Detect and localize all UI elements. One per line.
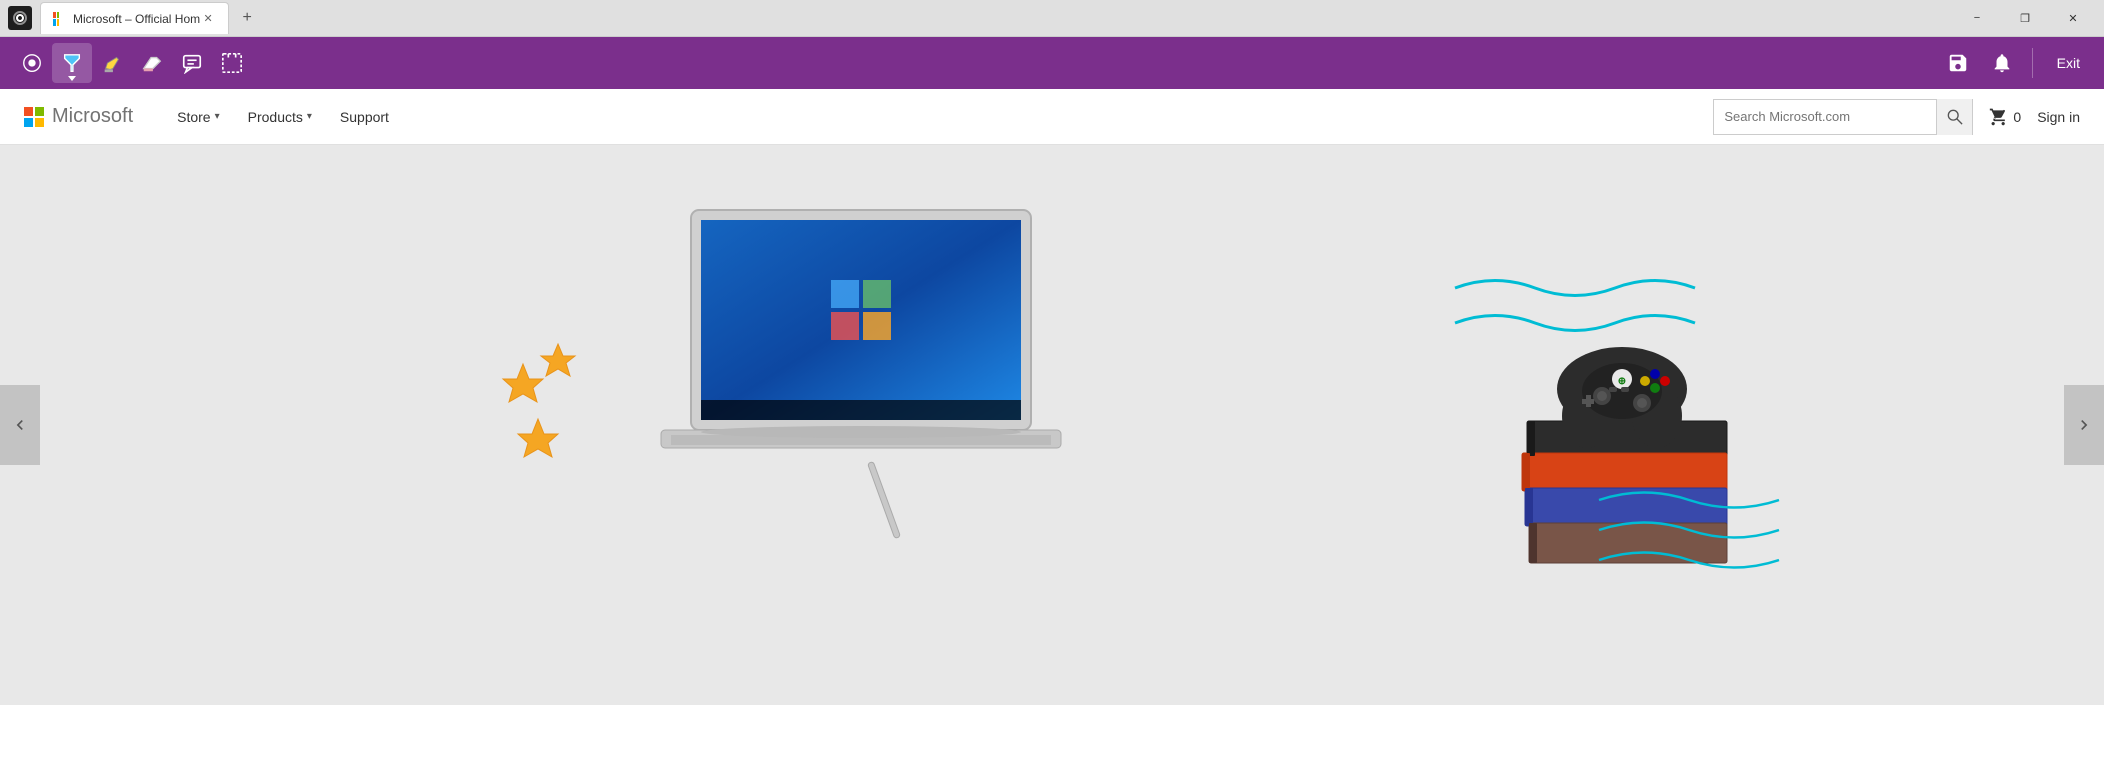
microsoft-logo[interactable]: Microsoft [24, 105, 133, 128]
maximize-button[interactable]: ❐ [2002, 2, 2048, 34]
cart-button[interactable]: 0 [1989, 107, 2021, 127]
logo-blue [24, 118, 33, 127]
store-chevron-icon: ▾ [215, 111, 220, 122]
annotation-stars [463, 324, 623, 504]
toolbar-divider [2032, 48, 2033, 78]
tab-title: Microsoft – Official Hom [73, 12, 200, 26]
logo-yellow [35, 118, 44, 127]
comment-tool-button[interactable] [172, 43, 212, 83]
new-tab-button[interactable]: + [233, 4, 261, 32]
touch-tool-button[interactable] [12, 43, 52, 83]
save-button[interactable] [1940, 45, 1976, 81]
highlighter-tool-button[interactable] [92, 43, 132, 83]
sign-in-button[interactable]: Sign in [2037, 109, 2080, 125]
ms-logo-grid [24, 107, 44, 127]
carousel-left-arrow[interactable] [0, 385, 40, 465]
navbar: Microsoft Store ▾ Products ▾ Support [0, 89, 2104, 145]
search-button[interactable] [1936, 99, 1972, 135]
eraser-tool-button[interactable] [132, 43, 172, 83]
logo-green [35, 107, 44, 116]
tab-favicon [53, 12, 67, 26]
svg-text:⊕: ⊕ [1618, 376, 1626, 387]
browser-icon [8, 6, 32, 30]
annotation-waves-books [1589, 470, 1809, 590]
logo-text: Microsoft [52, 105, 133, 128]
products-chevron-icon: ▾ [307, 111, 312, 122]
annotation-toolbar: Exit [0, 37, 2104, 89]
nav-links: Store ▾ Products ▾ Support [165, 101, 401, 133]
products-nav-link[interactable]: Products ▾ [236, 101, 324, 133]
tab-bar: Microsoft – Official Hom ✕ + − ❐ ✕ [0, 0, 2104, 36]
search-box [1713, 99, 1973, 135]
hero-content: ⊕ [0, 145, 2104, 705]
cart-count: 0 [2013, 109, 2021, 125]
nav-right: 0 Sign in [1713, 99, 2080, 135]
hero-section: ⊕ [0, 145, 2104, 705]
browser-chrome: Microsoft – Official Hom ✕ + − ❐ ✕ [0, 0, 2104, 37]
clip-tool-button[interactable] [212, 43, 252, 83]
window-controls: − ❐ ✕ [1954, 2, 2096, 34]
store-nav-link[interactable]: Store ▾ [165, 101, 232, 133]
search-input[interactable] [1714, 100, 1936, 134]
exit-button[interactable]: Exit [2045, 49, 2092, 77]
tab-close-btn[interactable]: ✕ [200, 11, 216, 27]
logo-red [24, 107, 33, 116]
close-button[interactable]: ✕ [2050, 2, 2096, 34]
minimize-button[interactable]: − [1954, 2, 2000, 34]
active-tab[interactable]: Microsoft – Official Hom ✕ [40, 2, 229, 34]
pen-tool-button[interactable] [52, 43, 92, 83]
laptop-illustration [631, 190, 1131, 690]
toolbar-right: Exit [1940, 45, 2092, 81]
notification-button[interactable] [1984, 45, 2020, 81]
carousel-right-arrow[interactable] [2064, 385, 2104, 465]
support-nav-link[interactable]: Support [328, 101, 401, 133]
